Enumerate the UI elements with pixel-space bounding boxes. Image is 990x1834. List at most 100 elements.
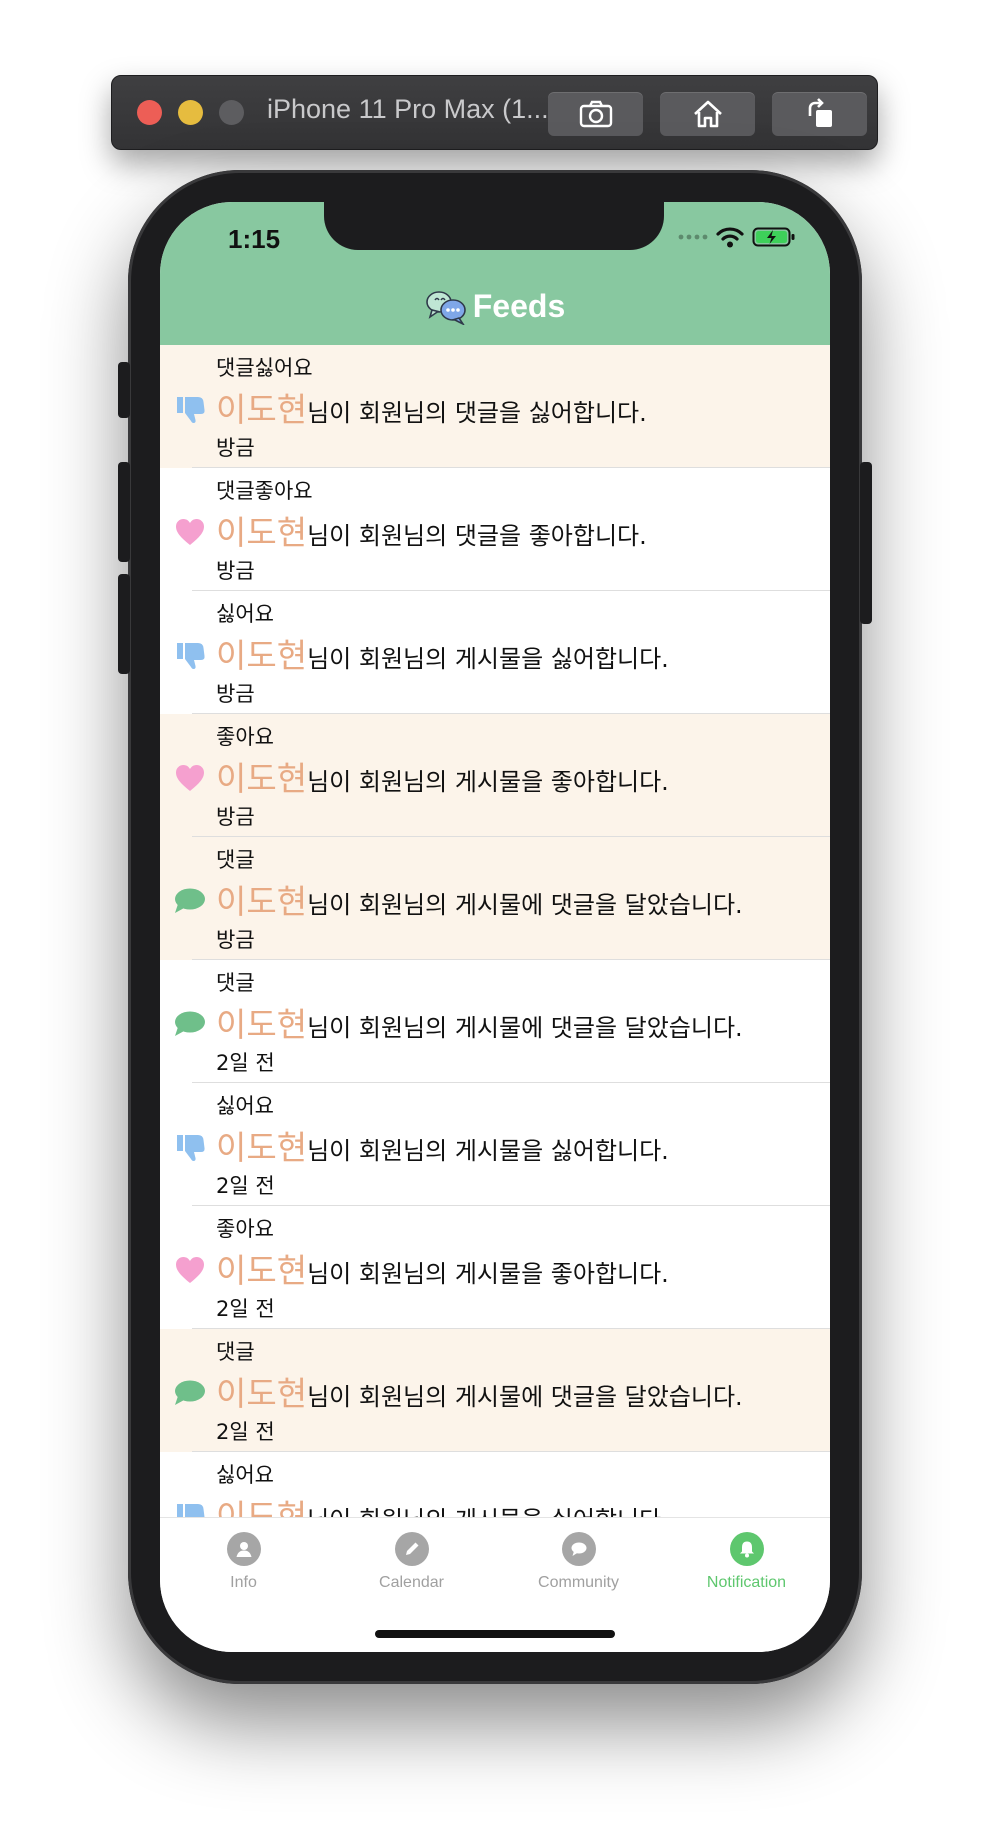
zoom-window-button[interactable] xyxy=(219,100,244,125)
status-icons xyxy=(678,226,796,248)
feed-time: 방금 xyxy=(216,682,255,706)
feed-message: 이도현님이 회원님의 댓글을 싫어합니다. xyxy=(216,383,647,431)
feed-row[interactable]: 싫어요이도현님이 회원님의 게시물을 싫어합니다. 방금 xyxy=(160,591,830,714)
feed-time: 방금 xyxy=(216,559,255,583)
tab-info[interactable]: Info xyxy=(160,1532,327,1592)
feed-row[interactable]: 좋아요이도현님이 회원님의 게시물을 좋아합니다. 방금 xyxy=(160,714,830,837)
feed-category: 댓글좋아요 xyxy=(216,479,313,503)
feed-category: 댓글싫어요 xyxy=(216,356,313,380)
tab-label: Calendar xyxy=(379,1574,444,1591)
feed-time: 방금 xyxy=(216,928,255,952)
feed-time: 2일 전 xyxy=(216,1297,275,1321)
feed-category: 댓글 xyxy=(216,848,255,872)
comment-icon xyxy=(174,886,206,916)
person-icon xyxy=(226,1532,261,1566)
feed-message-text: 님이 회원님의 게시물을 싫어합니다. xyxy=(307,1137,669,1165)
feed-message: 이도현님이 회원님의 댓글을 좋아합니다. xyxy=(216,506,647,554)
feed-time: 2일 전 xyxy=(216,1174,275,1198)
home-button[interactable] xyxy=(660,92,755,136)
feed-message-text: 님이 회원님의 게시물을 싫어합니다. xyxy=(307,1506,669,1517)
heart-icon xyxy=(174,517,206,547)
feed-time: 방금 xyxy=(216,805,255,829)
comment-icon xyxy=(174,1378,206,1408)
feed-time: 방금 xyxy=(216,436,255,460)
signal-dots-icon xyxy=(678,234,708,240)
feed-user-name: 이도현 xyxy=(216,1128,308,1167)
bell-icon xyxy=(729,1532,764,1566)
chat-bubbles-icon xyxy=(425,290,466,325)
feed-user-name: 이도현 xyxy=(216,882,308,921)
thumbs-down-icon xyxy=(174,1501,206,1517)
screenshot-button[interactable] xyxy=(548,92,643,136)
feed-row[interactable]: 싫어요이도현님이 회원님의 게시물을 싫어합니다.2일 전 xyxy=(160,1452,830,1517)
feed-user-name: 이도현 xyxy=(216,759,308,798)
feed-category: 좋아요 xyxy=(216,1217,274,1241)
simulator-device-title: iPhone 11 Pro Max (1... xyxy=(267,94,549,124)
feed-message-text: 님이 회원님의 게시물을 싫어합니다. xyxy=(307,645,669,673)
feed-row[interactable]: 댓글좋아요이도현님이 회원님의 댓글을 좋아합니다. 방금 xyxy=(160,468,830,591)
feed-message-text: 님이 회원님의 게시물에 댓글을 달았습니다. xyxy=(307,1383,743,1411)
feed-category: 댓글 xyxy=(216,1340,255,1364)
comment-icon xyxy=(174,1009,206,1039)
feed-user-name: 이도현 xyxy=(216,1251,308,1290)
feed-message: 이도현님이 회원님의 게시물에 댓글을 달았습니다. xyxy=(216,998,743,1046)
feed-category: 싫어요 xyxy=(216,1094,274,1118)
heart-icon xyxy=(174,1255,206,1285)
pencil-icon xyxy=(394,1532,429,1566)
feed-user-name: 이도현 xyxy=(216,390,308,429)
feed-message: 이도현님이 회원님의 게시물을 싫어합니다. xyxy=(216,629,669,677)
feed-user-name: 이도현 xyxy=(216,636,308,675)
tab-calendar[interactable]: Calendar xyxy=(328,1532,495,1592)
feed-user-name: 이도현 xyxy=(216,1497,308,1517)
tab-notification[interactable]: Notification xyxy=(663,1532,830,1592)
feed-row[interactable]: 댓글싫어요이도현님이 회원님의 댓글을 싫어합니다. 방금 xyxy=(160,345,830,468)
home-icon xyxy=(693,100,722,128)
thumbs-down-icon xyxy=(174,1132,206,1162)
battery-charging-icon xyxy=(752,227,795,247)
minimize-window-button[interactable] xyxy=(178,100,203,125)
feed-message-text: 님이 회원님의 게시물에 댓글을 달았습니다. xyxy=(307,1014,743,1042)
volume-down-button xyxy=(118,574,130,674)
feed-message: 이도현님이 회원님의 게시물에 댓글을 달았습니다. xyxy=(216,875,743,923)
phone-screen: 1:15 Feeds 댓글싫어요 이도현님이 회원님의 댓글을 싫어합니다. 방… xyxy=(160,202,830,1652)
feed-row[interactable]: 싫어요이도현님이 회원님의 게시물을 싫어합니다. 2일 전 xyxy=(160,1083,830,1206)
thumbs-down-icon xyxy=(174,640,206,670)
power-button xyxy=(860,462,872,624)
feed-row[interactable]: 댓글 이도현님이 회원님의 게시물에 댓글을 달았습니다. 2일 전 xyxy=(160,1329,830,1452)
feed-message-text: 님이 회원님의 게시물에 댓글을 달았습니다. xyxy=(307,891,743,919)
close-window-button[interactable] xyxy=(137,100,162,125)
feed-category: 좋아요 xyxy=(216,725,274,749)
feed-message: 이도현님이 회원님의 게시물을 좋아합니다. xyxy=(216,1244,669,1292)
mute-switch xyxy=(118,362,130,418)
volume-up-button xyxy=(118,462,130,562)
feed-user-name: 이도현 xyxy=(216,513,308,552)
notch xyxy=(324,202,664,250)
simulator-stage: iPhone 11 Pro Max (1... 1:15 Feeds 댓글싫어요… xyxy=(0,0,990,1834)
feed-message-text: 님이 회원님의 댓글을 싫어합니다. xyxy=(307,399,647,427)
feed-message-text: 님이 회원님의 게시물을 좋아합니다. xyxy=(307,768,669,796)
feed-message-text: 님이 회원님의 댓글을 좋아합니다. xyxy=(307,522,647,550)
chat-bubble-icon xyxy=(561,1532,596,1566)
feed-row[interactable]: 댓글이도현님이 회원님의 게시물에 댓글을 달았습니다. 방금 xyxy=(160,837,830,960)
feed-message: 이도현님이 회원님의 게시물을 좋아합니다. xyxy=(216,752,669,800)
feed-user-name: 이도현 xyxy=(216,1374,308,1413)
tab-label: Info xyxy=(230,1574,257,1591)
feed-message-text: 님이 회원님의 게시물을 좋아합니다. xyxy=(307,1260,669,1288)
feed-user-name: 이도현 xyxy=(216,1005,308,1044)
rotate-icon xyxy=(808,98,832,127)
page-title: Feeds xyxy=(472,288,566,324)
feed-message: 이도현님이 회원님의 게시물에 댓글을 달았습니다. xyxy=(216,1367,743,1415)
tab-community[interactable]: Community xyxy=(495,1532,662,1592)
notification-feed[interactable]: 댓글싫어요 이도현님이 회원님의 댓글을 싫어합니다. 방금 댓글좋아요 이도현님이 회… xyxy=(160,345,830,1517)
status-time: 1:15 xyxy=(228,224,281,254)
home-indicator[interactable] xyxy=(375,1630,615,1638)
feed-category: 싫어요 xyxy=(216,602,274,626)
tab-label: Community xyxy=(538,1574,619,1591)
wifi-icon xyxy=(716,227,744,248)
feed-row[interactable]: 좋아요이도현님이 회원님의 게시물을 좋아합니다. 2일 전 xyxy=(160,1206,830,1329)
thumbs-down-icon xyxy=(174,394,206,424)
feed-message: 이도현님이 회원님의 게시물을 싫어합니다. xyxy=(216,1490,669,1517)
rotate-button[interactable] xyxy=(772,92,867,136)
feed-category: 댓글 xyxy=(216,971,255,995)
feed-row[interactable]: 댓글 이도현님이 회원님의 게시물에 댓글을 달았습니다. 2일 전 xyxy=(160,960,830,1083)
